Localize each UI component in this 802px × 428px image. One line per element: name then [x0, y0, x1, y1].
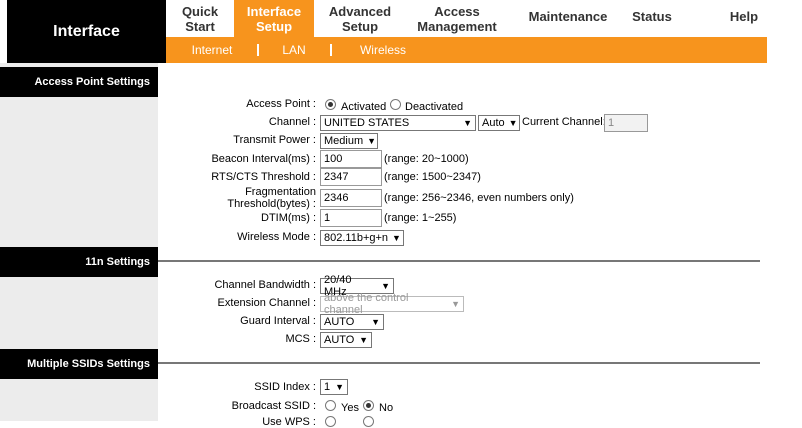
- subnav-wireless[interactable]: Wireless: [348, 37, 418, 63]
- broadcast-ssid-label: Broadcast SSID :: [231, 400, 316, 412]
- nav-interface-setup[interactable]: Interface Setup: [234, 0, 314, 37]
- nav-advanced-setup[interactable]: Advanced Setup: [314, 0, 406, 37]
- subnav-lan[interactable]: LAN: [268, 37, 320, 63]
- beacon-interval-hint: (range: 20~1000): [384, 153, 469, 165]
- extension-channel-select[interactable]: above the control channel ▼: [320, 292, 464, 316]
- select-value: AUTO: [324, 334, 355, 346]
- wireless-mode-select[interactable]: 802.11b+g+n ▼: [320, 230, 404, 246]
- nav-maintenance[interactable]: Maintenance: [518, 0, 618, 33]
- subnav-divider: [257, 44, 259, 56]
- wps-yes-radio[interactable]: [325, 416, 336, 427]
- dtim-hint: (range: 1~255): [384, 212, 457, 224]
- select-value: 802.11b+g+n: [324, 232, 389, 244]
- dtim-input[interactable]: 1: [320, 209, 382, 227]
- extension-channel-label: Extension Channel :: [217, 297, 316, 309]
- use-wps-label: Use WPS :: [262, 416, 316, 428]
- dropdown-arrow-icon: ▼: [335, 382, 344, 392]
- nav-label: Maintenance: [528, 9, 608, 24]
- select-value: Medium: [324, 135, 364, 147]
- section-11n-settings: 11n Settings: [0, 247, 158, 277]
- nav-label: Quick Start: [181, 3, 219, 34]
- nav-help[interactable]: Help: [714, 0, 774, 33]
- fragmentation-threshold-input[interactable]: 2346: [320, 189, 382, 207]
- nav-label: Access Management: [417, 3, 497, 34]
- mcs-label: MCS :: [285, 333, 316, 345]
- dropdown-arrow-icon: ▼: [463, 118, 472, 128]
- dropdown-arrow-icon: ▼: [508, 118, 518, 128]
- dropdown-arrow-icon: ▼: [367, 136, 377, 146]
- guard-interval-select[interactable]: AUTO ▼: [320, 314, 384, 330]
- broadcast-yes-radio[interactable]: [325, 400, 336, 411]
- ssid-index-select[interactable]: 1 ▼: [320, 379, 348, 395]
- access-point-label: Access Point :: [246, 98, 316, 110]
- section-divider: [158, 260, 760, 262]
- select-value: Auto: [482, 117, 505, 129]
- section-multiple-ssids-settings: Multiple SSIDs Settings: [0, 349, 158, 379]
- ssid-index-label: SSID Index :: [254, 381, 316, 393]
- current-channel-field: 1: [604, 114, 648, 132]
- dropdown-arrow-icon: ▼: [359, 335, 368, 345]
- nav-access-management[interactable]: Access Management: [406, 0, 508, 37]
- channel-label: Channel :: [268, 116, 316, 128]
- broadcast-no-label: No: [379, 402, 394, 414]
- transmit-power-select[interactable]: Medium ▼: [320, 133, 378, 149]
- section-divider: [158, 362, 760, 364]
- dropdown-arrow-icon: ▼: [381, 281, 390, 291]
- brand-logo: Interface: [7, 0, 166, 63]
- nav-label: Status: [632, 9, 672, 24]
- guard-interval-label: Guard Interval :: [240, 315, 316, 327]
- broadcast-no-radio[interactable]: [363, 400, 374, 411]
- select-value: AUTO: [324, 316, 355, 328]
- subnav-internet[interactable]: Internet: [178, 37, 246, 63]
- select-value: 1: [324, 381, 331, 393]
- wireless-mode-label: Wireless Mode :: [237, 231, 316, 243]
- nav-label: Interface Setup: [246, 3, 302, 34]
- select-value: above the control channel: [324, 292, 409, 316]
- broadcast-yes-label: Yes: [341, 402, 359, 414]
- rts-threshold-label: RTS/CTS Threshold :: [211, 171, 316, 183]
- wps-no-radio[interactable]: [363, 416, 374, 427]
- dropdown-arrow-icon: ▼: [451, 299, 460, 309]
- fragmentation-label-line1: Fragmentation: [245, 186, 316, 198]
- select-value: UNITED STATES: [324, 117, 410, 129]
- deactivated-radio[interactable]: [390, 99, 401, 110]
- fragmentation-label-line2: Threshold(bytes) :: [227, 198, 316, 210]
- subnav-divider: [330, 44, 332, 56]
- nav-label: Advanced Setup: [328, 3, 392, 34]
- channel-country-select[interactable]: UNITED STATES ▼: [320, 115, 476, 131]
- dropdown-arrow-icon: ▼: [371, 317, 380, 327]
- nav-quick-start[interactable]: Quick Start: [166, 0, 234, 37]
- activated-label: Activated: [341, 101, 387, 113]
- dropdown-arrow-icon: ▼: [392, 233, 401, 243]
- deactivated-label: Deactivated: [405, 101, 464, 113]
- channel-bandwidth-label: Channel Bandwidth :: [214, 279, 316, 291]
- transmit-power-label: Transmit Power :: [233, 134, 316, 146]
- fragmentation-threshold-hint: (range: 256~2346, even numbers only): [384, 192, 574, 204]
- rts-threshold-hint: (range: 1500~2347): [384, 171, 481, 183]
- section-access-point-settings: Access Point Settings: [0, 67, 158, 97]
- dtim-label: DTIM(ms) :: [261, 212, 316, 224]
- beacon-interval-label: Beacon Interval(ms) :: [211, 153, 316, 165]
- nav-label: Help: [729, 9, 759, 24]
- beacon-interval-input[interactable]: 100: [320, 150, 382, 168]
- activated-radio[interactable]: [325, 99, 336, 110]
- mcs-select[interactable]: AUTO ▼: [320, 332, 372, 348]
- channel-mode-select[interactable]: Auto ▼: [478, 115, 520, 131]
- rts-threshold-input[interactable]: 2347: [320, 168, 382, 186]
- current-channel-label: Current Channel:: [522, 116, 606, 128]
- nav-status[interactable]: Status: [618, 0, 686, 33]
